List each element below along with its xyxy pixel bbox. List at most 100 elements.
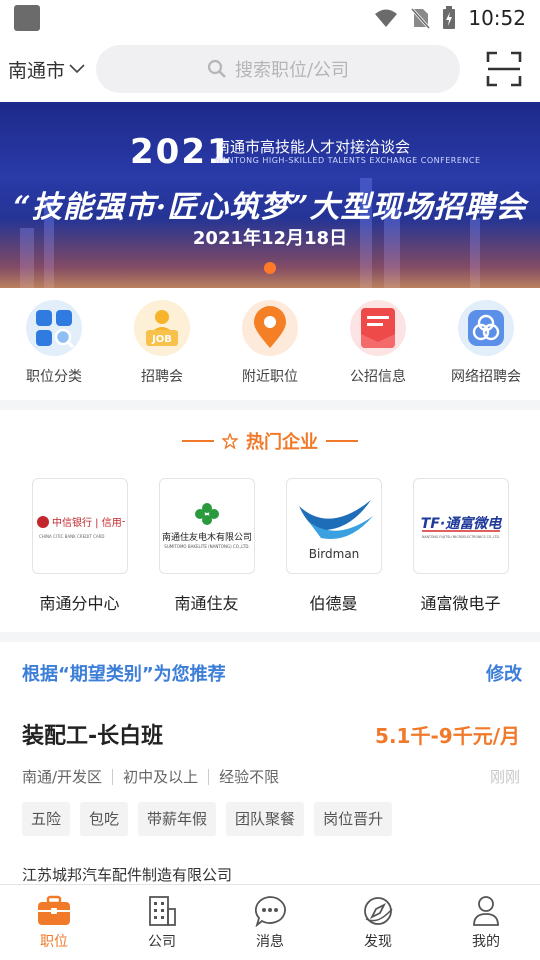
tab-label: 发现 (364, 934, 392, 950)
benefit-tag: 岗位晋升 (314, 802, 393, 836)
citic-bank-logo: 中信银行 | 信用卡 CHINA CITIC BANK CREDIT CARD (31, 478, 128, 574)
divider (182, 440, 214, 442)
job-benefit-tags: 五险 包吃 带薪年假 团队聚餐 岗位晋升 (22, 802, 393, 836)
network-rings-icon (458, 300, 514, 356)
benefit-tag: 团队聚餐 (226, 802, 305, 836)
logo-subtext: SUMITOMO BAKELITE (NANTONG) CO.,LTD. (164, 544, 249, 549)
category-job-types[interactable]: 职位分类 (0, 288, 108, 400)
company-list: 中信银行 | 信用卡 CHINA CITIC BANK CREDIT CARD … (0, 478, 540, 614)
job-location: 南通/开发区 (22, 768, 103, 786)
logo-text: 中信银行 | 信用卡 (52, 516, 125, 529)
company-name: 南通分中心 (39, 594, 120, 613)
logo-text: Birdman (308, 547, 359, 561)
company-card-birdman[interactable]: Birdman 伯德曼 (278, 478, 390, 614)
job-company-name: 江苏城邦汽车配件制造有限公司 (22, 866, 233, 884)
chevron-down-icon (69, 64, 85, 74)
logo-subtext: CHINA CITIC BANK CREDIT CARD (39, 534, 104, 539)
tongfu-logo: TF·通富微电 NANTONG FUJITSU MICROELECTRONICS… (412, 478, 509, 574)
tab-jobs[interactable]: 职位 (0, 885, 108, 960)
job-education: 初中及以上 (123, 768, 199, 786)
status-time: 10:52 (468, 6, 526, 30)
building-icon (149, 896, 176, 926)
benefit-tag: 包吃 (80, 802, 129, 836)
company-card-tongfu[interactable]: TF·通富微电 NANTONG FUJITSU MICROELECTRONICS… (405, 478, 517, 614)
job-fair-icon: JOB (134, 300, 190, 356)
sumitomo-logo: 南通住友电木有限公司 SUMITOMO BAKELITE (NANTONG) C… (158, 478, 255, 574)
star-icon (222, 433, 238, 449)
company-name: 南通住友 (174, 594, 239, 613)
company-name: 通富微电子 (420, 594, 501, 613)
category-public-recruitment[interactable]: 公招信息 (324, 288, 432, 400)
user-icon (473, 896, 499, 926)
hot-companies-header: 热门企业 (0, 428, 540, 454)
tab-discover[interactable]: 发现 (324, 885, 432, 960)
tab-messages[interactable]: 消息 (216, 885, 324, 960)
benefit-tag: 五险 (22, 802, 71, 836)
search-placeholder: 搜索职位/公司 (234, 60, 350, 81)
briefcase-icon (38, 895, 70, 925)
banner-title: “技能强市·匠心筑梦”大型现场招聘会 (13, 190, 527, 225)
logo-subtext: NANTONG FUJITSU MICROELECTRONICS CO.,LTD… (422, 535, 500, 539)
category-label: 网络招聘会 (451, 369, 521, 385)
job-salary: 5.1千-9千元/月 (375, 724, 520, 748)
category-label: 附近职位 (242, 369, 298, 385)
banner-event-name: 南通市高技能人才对接洽谈会 (215, 138, 411, 156)
company-card-citic[interactable]: 中信银行 | 信用卡 CHINA CITIC BANK CREDIT CARD … (24, 478, 136, 614)
recommendation-title: 根据“期望类别”为您推荐 (22, 664, 226, 685)
category-label: 公招信息 (350, 369, 406, 385)
battery-charging-icon (443, 6, 456, 29)
tab-label: 我的 (472, 934, 500, 950)
job-posted-time: 刚刚 (489, 768, 520, 786)
birdman-logo: Birdman (285, 478, 382, 574)
app-screen: 10:52 南通市 搜索职位/公司 2021 南通市高技能人才对接洽谈会 NAN… (0, 0, 540, 960)
grid-search-icon (26, 300, 82, 356)
category-online-job-fair[interactable]: 网络招聘会 (432, 288, 540, 400)
carousel-indicator[interactable] (264, 262, 276, 274)
modify-button[interactable]: 修改 (486, 660, 522, 686)
compass-icon (364, 897, 393, 925)
top-bar: 南通市 搜索职位/公司 (0, 36, 540, 102)
job-title: 装配工-长白班 (22, 724, 164, 749)
scan-icon[interactable] (486, 51, 522, 87)
wifi-icon (375, 9, 398, 27)
hot-companies-section: 热门企业 中信银行 | 信用卡 CHINA CITIC BANK CREDIT … (0, 410, 540, 632)
divider (112, 768, 114, 785)
recommendation-section: 根据“期望类别”为您推荐 修改 装配工-长白班 5.1千-9千元/月 南通/开发… (0, 642, 540, 886)
hot-companies-title: 热门企业 (246, 432, 318, 453)
divider (208, 768, 210, 785)
company-name: 伯德曼 (309, 594, 358, 613)
location-pin-icon (242, 300, 298, 356)
document-folder-icon (350, 300, 406, 356)
category-label: 职位分类 (26, 369, 82, 385)
job-experience: 经验不限 (219, 768, 280, 786)
status-bar: 10:52 (0, 0, 540, 36)
tab-profile[interactable]: 我的 (432, 885, 540, 960)
recommendation-header: 根据“期望类别”为您推荐 修改 (22, 660, 522, 686)
tab-label: 消息 (256, 934, 284, 950)
job-meta: 南通/开发区 初中及以上 经验不限 (22, 766, 279, 787)
banner-event-english: NANTONG HIGH-SKILLED TALENTS EXCHANGE CO… (215, 156, 481, 165)
svg-text:JOB: JOB (151, 334, 172, 345)
search-icon (207, 59, 226, 78)
logo-text: TF·通富微电 (420, 515, 501, 532)
category-grid: 职位分类 JOB 招聘会 附近职位 公招信息 网络招聘会 (0, 288, 540, 400)
tab-label: 公司 (148, 934, 176, 950)
banner-date: 2021年12月18日 (192, 228, 348, 249)
logo-text: 南通住友电木有限公司 (161, 531, 251, 543)
chat-bubble-icon (254, 896, 286, 927)
search-input[interactable]: 搜索职位/公司 (96, 45, 460, 93)
event-banner[interactable]: 2021 南通市高技能人才对接洽谈会 NANTONG HIGH-SKILLED … (0, 102, 540, 288)
no-sim-icon (411, 7, 431, 29)
bottom-tab-bar: 职位 公司 消息 发现 我的 (0, 884, 540, 960)
tab-label: 职位 (40, 934, 68, 950)
divider (326, 440, 358, 442)
benefit-tag: 带薪年假 (138, 802, 217, 836)
company-card-sumitomo[interactable]: 南通住友电木有限公司 SUMITOMO BAKELITE (NANTONG) C… (151, 478, 263, 614)
category-job-fair[interactable]: JOB 招聘会 (108, 288, 216, 400)
category-nearby-jobs[interactable]: 附近职位 (216, 288, 324, 400)
tab-companies[interactable]: 公司 (108, 885, 216, 960)
city-selector[interactable]: 南通市 (0, 56, 96, 83)
category-label: 招聘会 (141, 369, 183, 385)
city-label: 南通市 (8, 59, 66, 82)
app-notification-icon (14, 5, 40, 31)
